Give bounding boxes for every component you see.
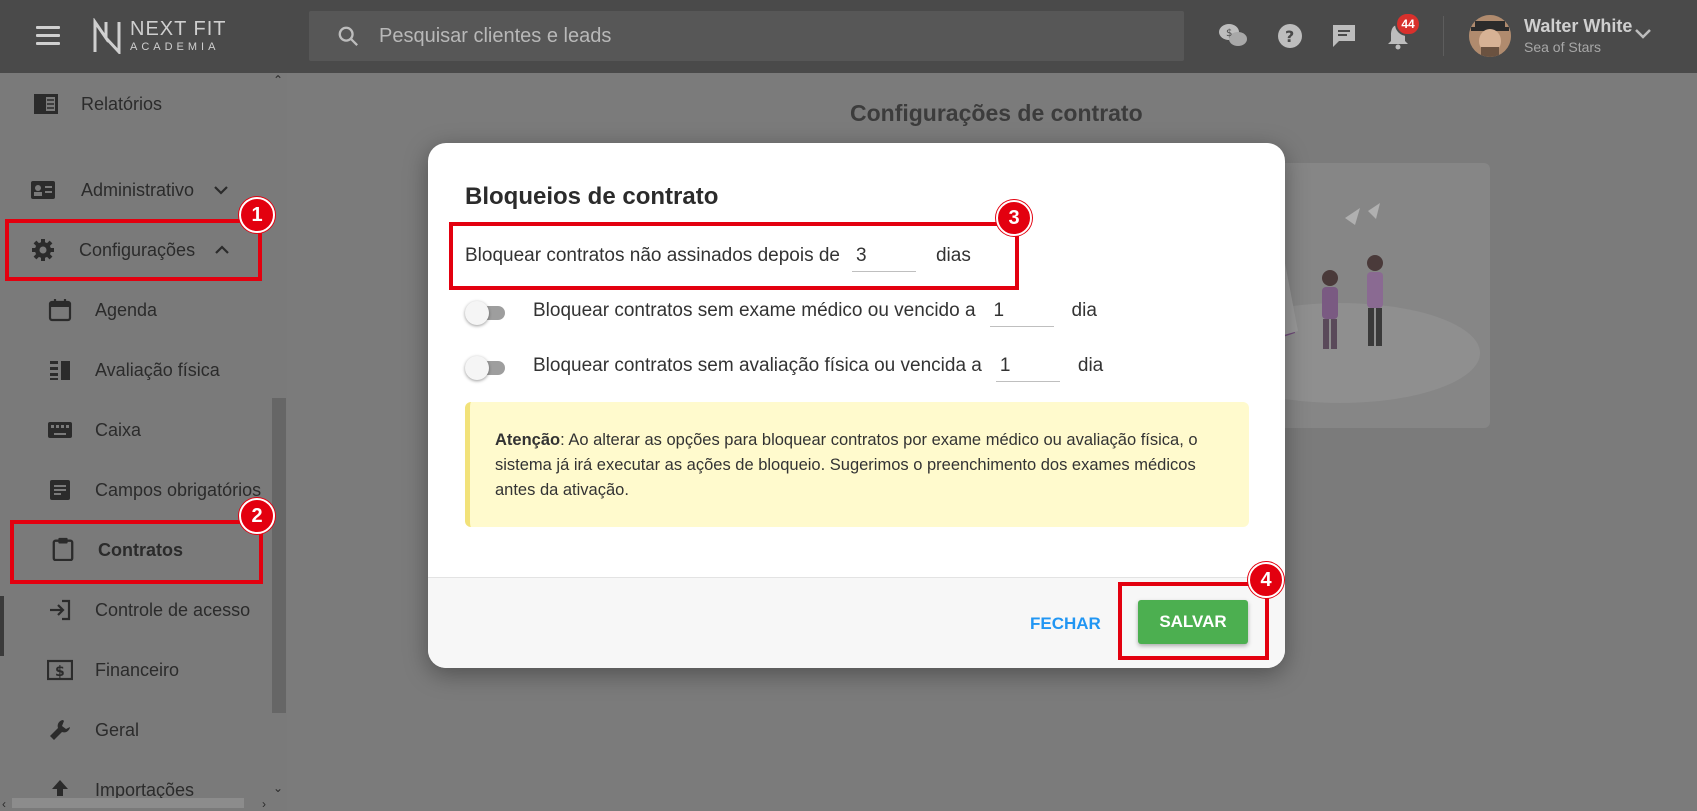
scroll-down-icon[interactable]: ⌄: [273, 781, 283, 795]
sidebar-item-label: Financeiro: [95, 659, 180, 680]
sidebar-item-label: Geral: [95, 719, 140, 740]
close-button[interactable]: FECHAR: [1030, 614, 1101, 634]
help-icon[interactable]: ?: [1275, 22, 1305, 50]
sidebar-item-geral[interactable]: Geral: [0, 702, 270, 758]
user-avatar-icon: [1469, 15, 1511, 57]
user-name[interactable]: Walter White: [1524, 16, 1632, 37]
sidebar-item-campos-obrigatorios[interactable]: Campos obrigatórios: [0, 462, 270, 518]
chevron-down-icon[interactable]: [1634, 28, 1652, 40]
top-bar: NEXT FIT ACADEMIA $ ? 44 Walter White Se…: [0, 0, 1697, 73]
logo-subtitle: ACADEMIA: [130, 41, 220, 53]
sidebar-item-label: Agenda: [95, 299, 158, 320]
physical-assessment-days-input[interactable]: [995, 350, 1060, 382]
sidebar-item-administrativo[interactable]: Administrativo: [0, 162, 270, 218]
logo-icon: [93, 18, 121, 54]
avatar[interactable]: [1469, 15, 1511, 57]
sidebar-item-label: Avaliação física: [95, 359, 220, 380]
svg-text:$: $: [55, 664, 65, 680]
sidebar-item-avaliacao-fisica[interactable]: Avaliação física: [0, 342, 270, 398]
sidebar-item-label: Relatórios: [81, 93, 163, 114]
search-bar: [309, 11, 1184, 61]
highlight-box: [1118, 582, 1269, 660]
id-card-icon: [31, 181, 55, 199]
login-icon: [50, 599, 71, 621]
sidebar-item-financeiro[interactable]: $ Financeiro: [0, 642, 270, 698]
step-marker: 4: [1248, 562, 1284, 598]
physical-assessment-label: Bloquear contratos sem avaliação física …: [533, 355, 982, 376]
sidebar-item-agenda[interactable]: Agenda: [0, 282, 270, 338]
highlight-box: [449, 222, 1019, 290]
chat-money-icon[interactable]: $: [1218, 22, 1248, 50]
notification-badge: 44: [1395, 12, 1421, 36]
unit-label: dia: [1071, 300, 1097, 321]
sidebar-item-label: Campos obrigatórios: [95, 479, 262, 500]
wrench-icon: [50, 720, 70, 740]
sidebar-item-controle-de-acesso[interactable]: Controle de acesso: [0, 582, 270, 638]
menu-icon[interactable]: [36, 26, 60, 46]
medical-exam-toggle[interactable]: [465, 301, 505, 325]
attention-note: Atenção: Ao alterar as opções para bloqu…: [465, 402, 1249, 527]
scroll-right-icon[interactable]: ›: [262, 797, 266, 811]
search-icon: [338, 26, 358, 46]
physical-assessment-toggle[interactable]: [465, 356, 505, 380]
report-icon: [34, 94, 58, 114]
step-marker: 1: [239, 197, 275, 233]
highlight-box: [5, 219, 262, 281]
sidebar-item-label: Administrativo: [81, 179, 195, 200]
message-icon[interactable]: [1329, 22, 1359, 50]
sidebar-item-label: Caixa: [95, 419, 142, 440]
attention-title: Atenção: [495, 431, 561, 449]
sidebar-item-relatorios[interactable]: Relatórios: [0, 76, 270, 132]
sidebar: ⌃ Relatórios Administrativo Configuraçõe…: [0, 73, 287, 811]
logo[interactable]: NEXT FIT ACADEMIA: [92, 18, 227, 54]
dialog-title: Bloqueios de contrato: [465, 183, 719, 210]
physical-assessment-row: Bloquear contratos sem avaliação física …: [533, 350, 1103, 382]
svg-text:$: $: [1226, 28, 1232, 39]
search-input[interactable]: [379, 11, 1159, 61]
assessment-icon: [50, 361, 70, 380]
scroll-up-icon[interactable]: ⌃: [273, 73, 283, 87]
medical-exam-days-input[interactable]: [989, 295, 1054, 327]
sidebar-item-label: Controle de acesso: [95, 599, 251, 620]
dollar-icon: $: [47, 659, 73, 681]
svg-text:?: ?: [1285, 27, 1294, 46]
form-icon: [50, 480, 70, 500]
user-organization[interactable]: Sea of Stars: [1524, 39, 1601, 55]
sidebar-scrollbar[interactable]: [272, 398, 286, 713]
horizontal-scrollbar[interactable]: [12, 798, 244, 808]
medical-exam-label: Bloquear contratos sem exame médico ou v…: [533, 300, 976, 321]
attention-text: : Ao alterar as opções para bloquear con…: [495, 431, 1198, 499]
medical-exam-row: Bloquear contratos sem exame médico ou v…: [533, 295, 1097, 327]
divider: [1443, 16, 1444, 56]
chevron-down-icon: [214, 186, 228, 195]
keyboard-icon: [48, 422, 72, 438]
calendar-icon: [48, 299, 72, 322]
step-marker: 3: [996, 200, 1032, 236]
sidebar-item-caixa[interactable]: Caixa: [0, 402, 270, 458]
step-marker: 2: [239, 498, 275, 534]
unit-label: dia: [1077, 355, 1104, 376]
scroll-left-icon[interactable]: ‹: [2, 797, 6, 811]
highlight-box: [10, 520, 263, 584]
page-title: Configurações de contrato: [850, 100, 1143, 126]
logo-title: NEXT FIT: [130, 18, 227, 40]
